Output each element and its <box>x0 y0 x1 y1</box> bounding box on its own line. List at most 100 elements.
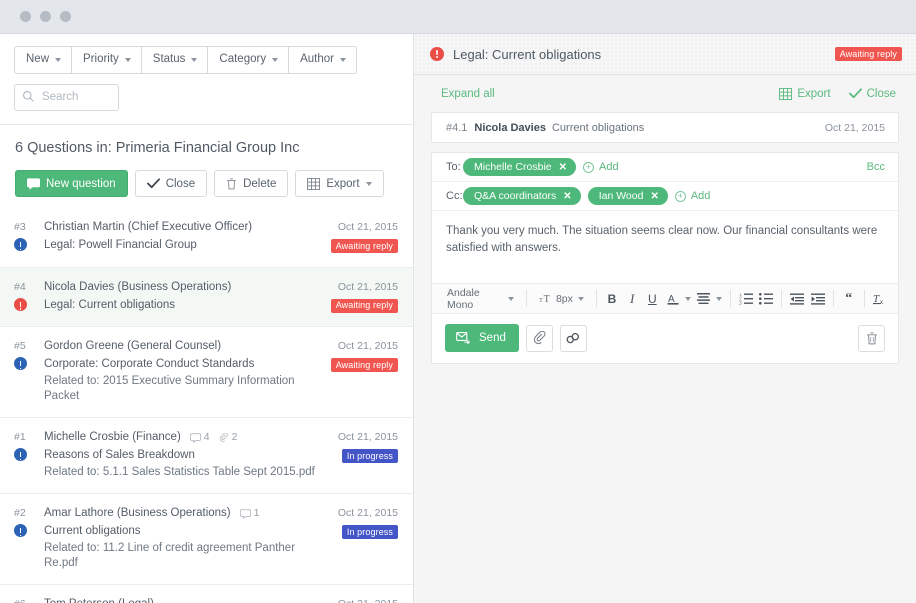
window-dot-close[interactable] <box>20 11 31 22</box>
send-button[interactable]: Send <box>445 324 519 352</box>
questions-list[interactable]: #3Christian Martin (Chief Executive Offi… <box>0 208 413 603</box>
question-row[interactable]: #1Michelle Crosbie (Finance)42Reasons of… <box>0 418 413 494</box>
filter-category[interactable]: Category <box>207 46 289 74</box>
message-header[interactable]: #4.1 Nicola Davies Current obligations O… <box>431 112 899 143</box>
message-subject: Current obligations <box>552 122 644 134</box>
message-author: Nicola Davies <box>474 122 546 134</box>
to-label: To: <box>446 161 463 173</box>
filter-priority[interactable]: Priority <box>71 46 142 74</box>
filter-status[interactable]: Status <box>141 46 209 74</box>
question-subject: Legal: Powell Financial Group <box>44 238 316 253</box>
comment-icon <box>190 433 201 443</box>
recipient-chip[interactable]: Ian Wood ✕ <box>588 187 668 205</box>
outdent-icon[interactable] <box>787 288 807 310</box>
question-row[interactable]: #6Tom Peterson (Legal)Finance: Scheme En… <box>0 585 413 603</box>
font-family-select[interactable]: Andale Mono <box>440 283 521 315</box>
ordered-list-icon[interactable]: 123 <box>736 288 756 310</box>
window-titlebar <box>0 0 916 33</box>
question-author: Nicola Davies (Business Operations) <box>44 280 316 295</box>
export-button[interactable]: Export <box>295 170 383 197</box>
new-question-button[interactable]: New question <box>15 170 128 197</box>
question-date: Oct 21, 2015 <box>316 597 398 603</box>
status-badge: Awaiting reply <box>331 358 398 372</box>
close-button[interactable]: Close <box>135 170 207 197</box>
add-to-label: Add <box>599 161 619 173</box>
question-author-name: Michelle Crosbie (Finance) <box>44 430 181 445</box>
paperclip-icon[interactable] <box>526 325 553 352</box>
question-author-name: Nicola Davies (Business Operations) <box>44 280 231 295</box>
question-date: Oct 21, 2015 <box>316 220 398 234</box>
question-status-col: Oct 21, 2015In progress <box>316 597 398 603</box>
add-cc-recipient-button[interactable]: + Add <box>675 190 711 202</box>
indent-icon[interactable] <box>807 288 827 310</box>
italic-icon[interactable]: I <box>622 288 642 310</box>
status-badge: In progress <box>342 449 398 463</box>
check-icon <box>849 88 862 99</box>
detail-close-button[interactable]: Close <box>849 88 896 100</box>
question-subject: Corporate: Corporate Conduct Standards <box>44 357 316 372</box>
window-dot-maximize[interactable] <box>60 11 71 22</box>
recipient-chip[interactable]: Q&A coordinators ✕ <box>463 187 581 205</box>
question-row[interactable]: #4Nicola Davies (Business Operations)Leg… <box>0 268 413 328</box>
priority-icon <box>14 448 27 461</box>
question-subject: Reasons of Sales Breakdown <box>44 448 316 463</box>
delete-button[interactable]: Delete <box>214 170 288 197</box>
question-row[interactable]: #3Christian Martin (Chief Executive Offi… <box>0 208 413 268</box>
bcc-link[interactable]: Bcc <box>867 161 885 173</box>
compose-footer: Send <box>432 314 898 363</box>
table-icon <box>779 88 792 100</box>
add-to-recipient-button[interactable]: + Add <box>583 161 619 173</box>
close-icon[interactable]: ✕ <box>563 191 571 202</box>
clear-format-icon[interactable]: T x <box>870 288 890 310</box>
comment-count: 1 <box>240 506 260 521</box>
text-color-chevron-down-icon[interactable] <box>683 288 694 310</box>
priority-icon <box>14 238 27 251</box>
question-row[interactable]: #2Amar Lathore (Business Operations)1Cur… <box>0 494 413 585</box>
question-meta-col: #2 <box>14 506 44 571</box>
questions-pane: New Priority Status Category <box>0 34 414 603</box>
question-meta-col: #1 <box>14 430 44 480</box>
detail-close-label: Close <box>867 88 896 100</box>
message-editor[interactable]: Thank you very much. The situation seems… <box>432 211 898 283</box>
unordered-list-icon[interactable] <box>756 288 776 310</box>
blockquote-icon[interactable]: “ <box>839 288 859 310</box>
expand-all-link[interactable]: Expand all <box>441 88 495 100</box>
filter-status-label: Status <box>153 52 186 68</box>
underline-icon[interactable]: U <box>642 288 662 310</box>
chevron-down-icon <box>125 58 131 62</box>
svg-text:T: T <box>544 294 550 304</box>
filter-new[interactable]: New <box>14 46 72 74</box>
discard-draft-button[interactable] <box>858 325 885 352</box>
align-icon[interactable] <box>694 288 714 310</box>
search-area <box>0 74 413 124</box>
filter-author[interactable]: Author <box>288 46 357 74</box>
recipient-chip[interactable]: Michelle Crosbie ✕ <box>463 158 576 176</box>
plus-circle-icon: + <box>583 162 594 173</box>
detail-header: Legal: Current obligations Awaiting repl… <box>414 34 916 75</box>
svg-text:x: x <box>880 300 883 305</box>
bold-icon[interactable]: B <box>602 288 622 310</box>
link-icon[interactable] <box>560 325 587 352</box>
detail-export-button[interactable]: Export <box>779 88 830 100</box>
question-meta-col: #4 <box>14 280 44 314</box>
search-input[interactable] <box>14 84 119 111</box>
window-dot-minimize[interactable] <box>40 11 51 22</box>
question-number: #1 <box>14 430 44 444</box>
status-badge: Awaiting reply <box>835 47 902 61</box>
list-action-bar: New question Close <box>0 170 413 208</box>
close-icon[interactable]: ✕ <box>559 162 567 173</box>
question-related: Related to: 5.1.1 Sales Statistics Table… <box>44 465 316 480</box>
question-number: #6 <box>14 597 44 603</box>
text-color-icon[interactable]: A <box>662 288 682 310</box>
cc-row: Cc: Q&A coordinators ✕ Ian Wood ✕ + Add <box>432 182 898 211</box>
status-badge: Awaiting reply <box>331 299 398 313</box>
question-row[interactable]: #5Gordon Greene (General Counsel)Corpora… <box>0 327 413 418</box>
question-content: Nicola Davies (Business Operations)Legal… <box>44 280 316 314</box>
font-size-select[interactable]: T T 8px <box>532 289 591 309</box>
priority-icon <box>14 357 27 370</box>
thread-area: #4.1 Nicola Davies Current obligations O… <box>414 112 916 364</box>
chevron-down-icon <box>508 297 514 301</box>
close-icon[interactable]: ✕ <box>650 191 658 202</box>
filter-toolbar: New Priority Status Category <box>0 34 413 74</box>
align-chevron-down-icon[interactable] <box>714 288 725 310</box>
